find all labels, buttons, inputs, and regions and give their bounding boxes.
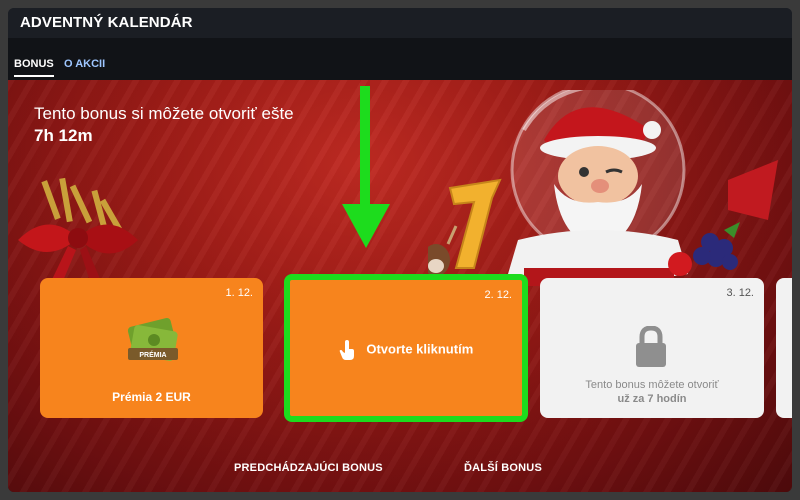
christmas-banner: Tento bonus si môžete otvoriť ešte 7h 12…: [8, 80, 792, 492]
previous-bonus-button[interactable]: PREDCHÁDZAJÚCI BONUS: [234, 462, 383, 474]
tab-o-akcii[interactable]: O AKCII: [64, 58, 105, 70]
window-title: ADVENTNÝ KALENDÁR: [8, 8, 792, 38]
card-date: 1. 12.: [225, 287, 253, 299]
bonus-card-next-partial: [776, 278, 792, 418]
bonus-card-day-3: 3. 12. Tento bonus môžete otvoriť už za …: [540, 278, 764, 418]
locked-line-1: Tento bonus môžete otvoriť: [585, 379, 719, 391]
card-date: 3. 12.: [726, 287, 754, 299]
tap-hand-icon: [339, 340, 354, 360]
lock-icon: [636, 326, 666, 367]
next-bonus-button[interactable]: ĎALŠÍ BONUS: [464, 462, 542, 474]
open-by-click-label: Otvorte kliknutím: [366, 341, 474, 357]
open-by-click-row[interactable]: Otvorte kliknutím: [290, 340, 522, 360]
screen: ADVENTNÝ KALENDÁR BONUS O AKCII Tento bo…: [0, 0, 800, 500]
money-stack-icon: PRÉMIA: [127, 317, 178, 361]
card-date: 2. 12.: [484, 289, 512, 301]
gift-ribbon-decoration: [18, 177, 138, 288]
locked-bonus-message: Tento bonus môžete otvoriť už za 7 hodín: [540, 378, 764, 406]
bonus-card-day-1[interactable]: 1. 12. PRÉMIA Prémia 2 EUR: [40, 278, 263, 418]
bonus-timer-text: Tento bonus si môžete otvoriť ešte: [34, 104, 294, 123]
bonus-timer-value: 7h 12m: [34, 126, 93, 145]
bonus-card-day-2[interactable]: 2. 12. Otvorte kliknutím: [284, 274, 528, 422]
green-arrow-down-icon: [342, 86, 390, 248]
advent-calendar-window: ADVENTNÝ KALENDÁR BONUS O AKCII Tento bo…: [8, 8, 792, 492]
tab-bar: BONUS O AKCII: [8, 38, 792, 80]
card-prize-label: Prémia 2 EUR: [112, 390, 191, 404]
santa-snow-globe-illustration: [428, 90, 778, 286]
locked-line-2: už za 7 hodín: [617, 393, 687, 405]
tab-bonus[interactable]: BONUS: [14, 58, 54, 77]
money-badge-text: PRÉMIA: [139, 350, 166, 359]
